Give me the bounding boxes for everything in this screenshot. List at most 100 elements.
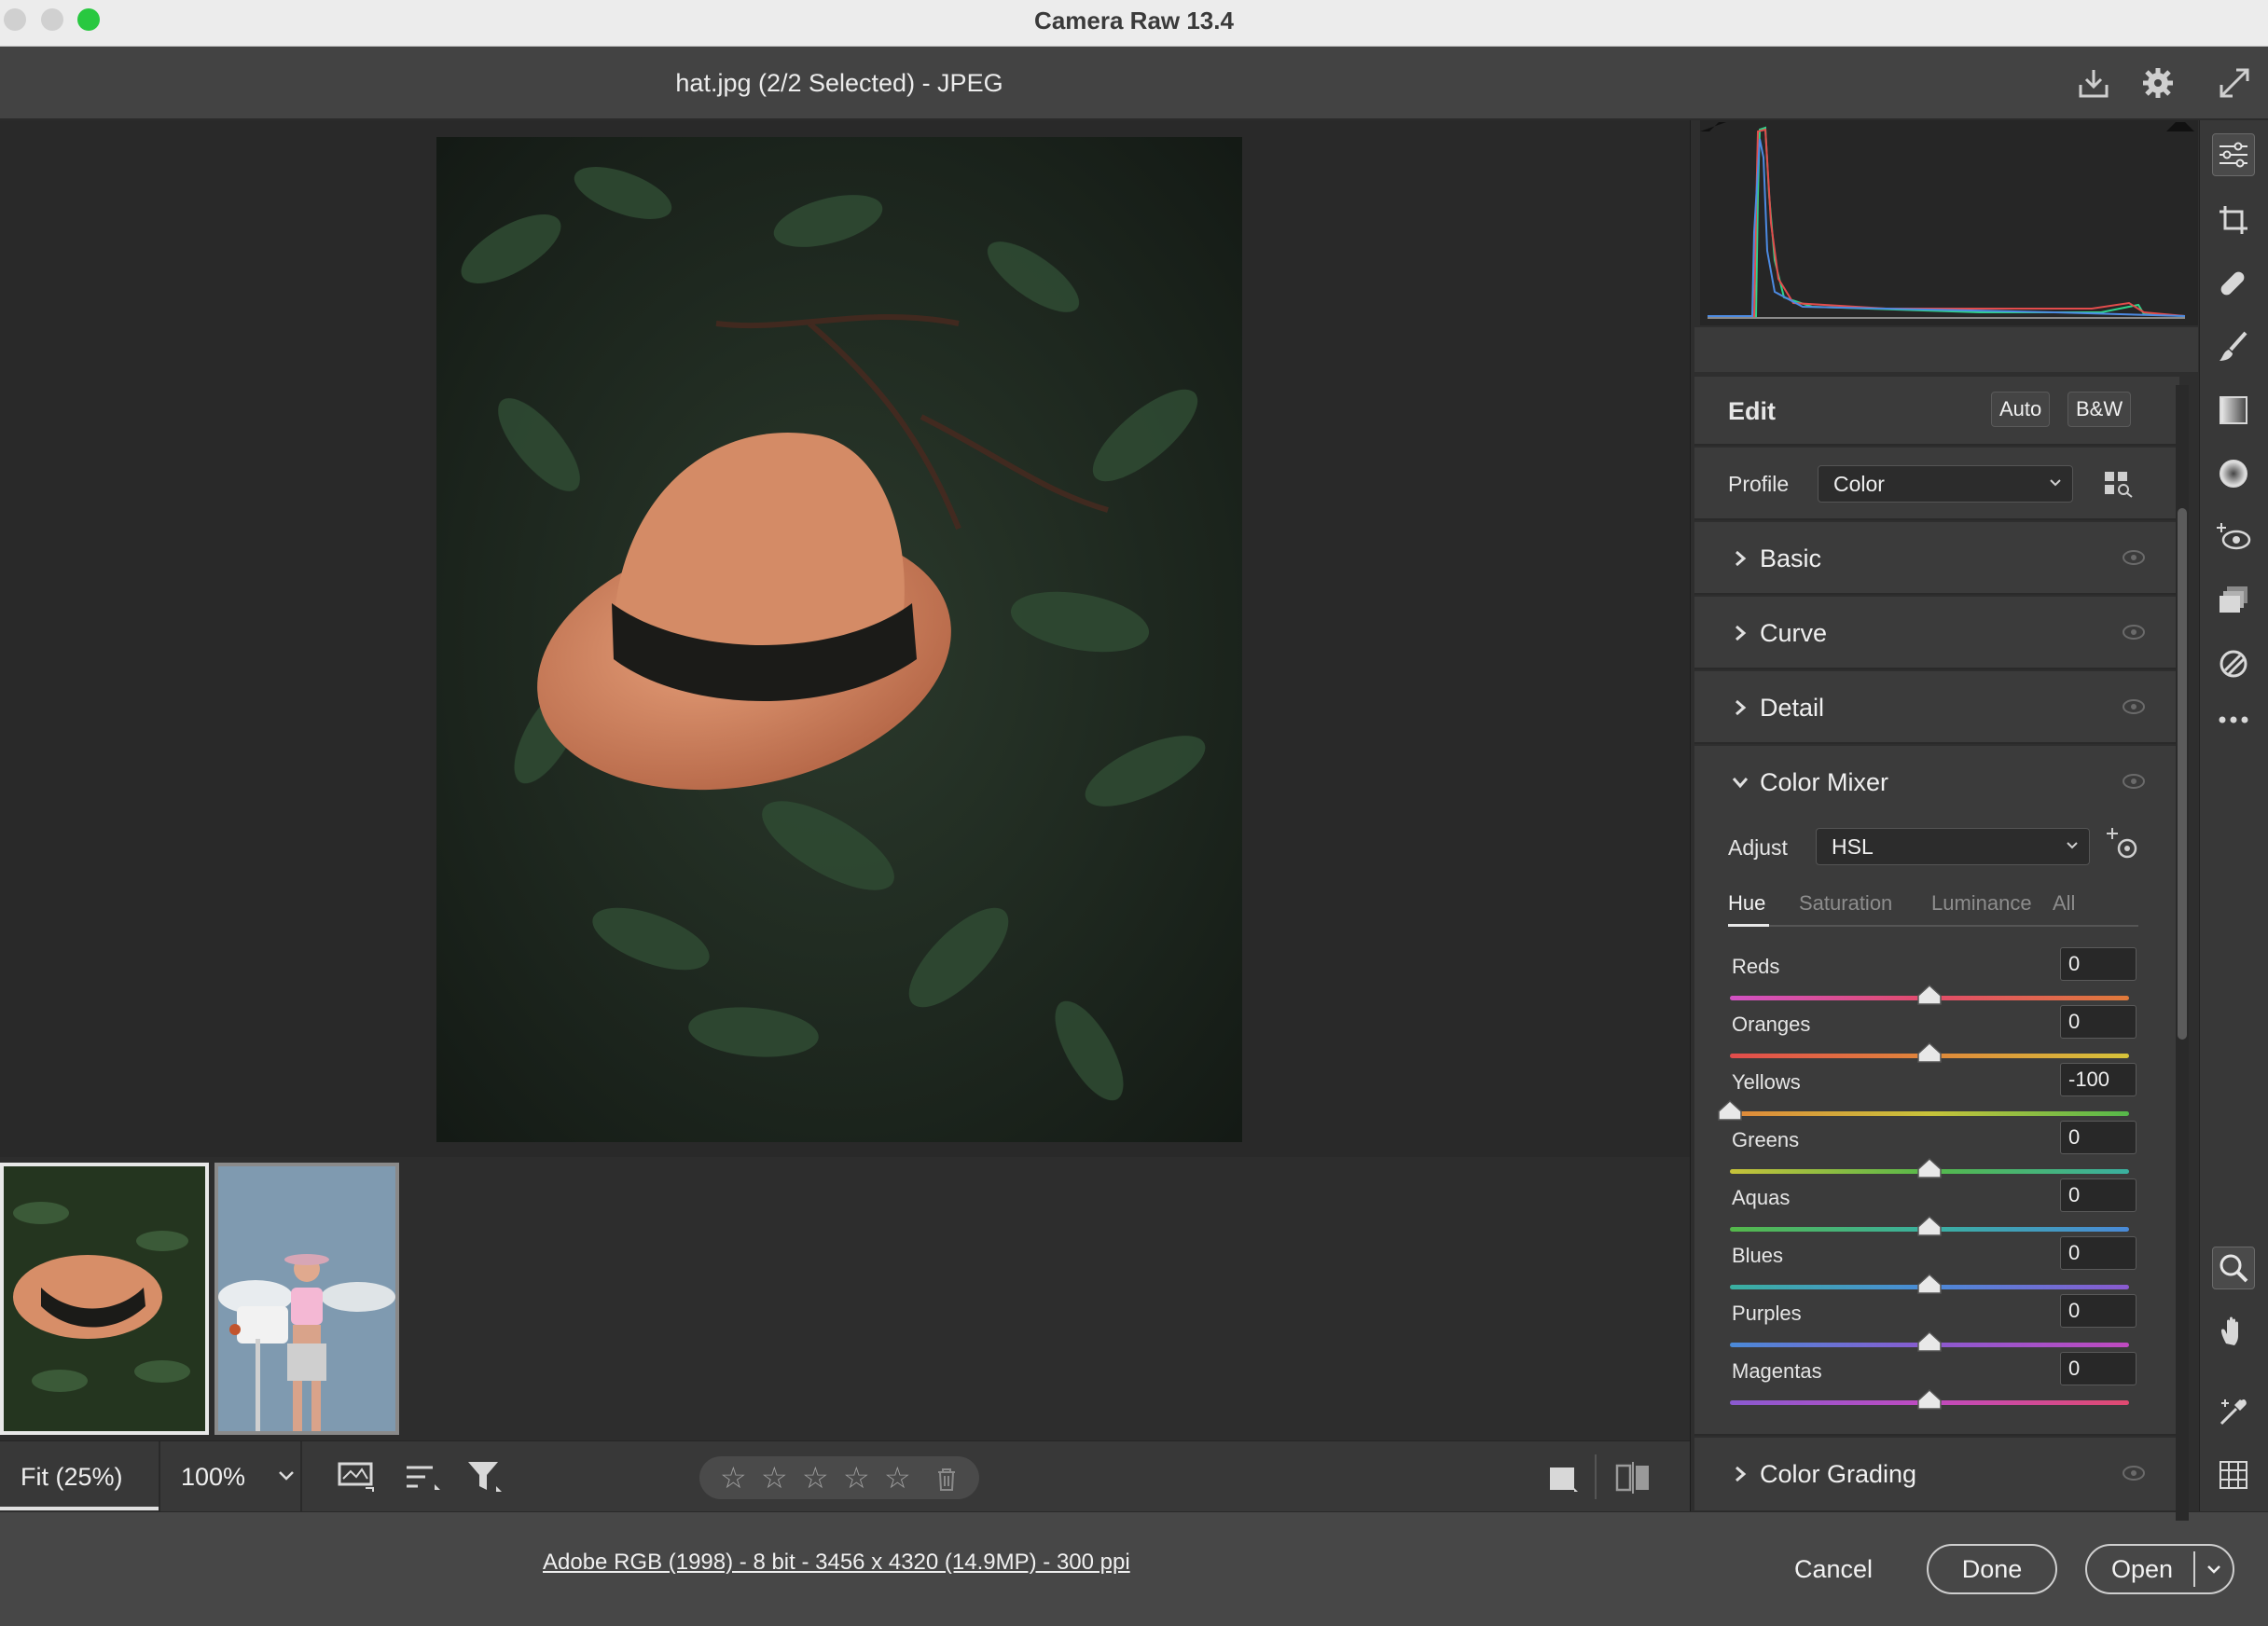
slider-thumb[interactable]	[1718, 1099, 1742, 1121]
healing-icon[interactable]	[2212, 262, 2255, 305]
chevron-down-icon[interactable]	[1732, 774, 1749, 791]
edit-sliders-icon[interactable]	[2212, 133, 2255, 176]
slider-value-input[interactable]: 0	[2060, 1178, 2137, 1212]
brush-icon[interactable]	[2212, 325, 2255, 368]
document-header: hat.jpg (2/2 Selected) - JPEG	[0, 47, 2268, 119]
before-after-icon[interactable]	[1615, 1462, 1653, 1498]
tab-saturation[interactable]: Saturation	[1799, 891, 1892, 916]
slider-value-input[interactable]: 0	[2060, 1121, 2137, 1154]
slider-thumb[interactable]	[1917, 984, 1942, 1005]
tab-all[interactable]: All	[2053, 891, 2075, 916]
slider-reds: Reds 0	[1694, 947, 2179, 1013]
download-icon[interactable]	[2074, 63, 2113, 103]
profile-browser-icon[interactable]	[2103, 470, 2135, 503]
more-icon[interactable]	[2212, 698, 2255, 741]
fit-zoom-button[interactable]: Fit (25%)	[21, 1441, 123, 1512]
slider-value-input[interactable]: 0	[2060, 1236, 2137, 1270]
slider-thumb[interactable]	[1917, 1041, 1942, 1063]
slider-track[interactable]	[1730, 1111, 2129, 1116]
filter-icon[interactable]	[466, 1460, 504, 1500]
zoom-dropdown-chevron-icon[interactable]	[278, 1469, 295, 1486]
star-3-icon[interactable]: ☆	[802, 1460, 829, 1495]
slider-value-input[interactable]: 0	[2060, 1005, 2137, 1039]
profile-dropdown[interactable]: Color	[1818, 465, 2073, 503]
slider-magentas: Magentas 0	[1694, 1352, 2179, 1417]
auto-button[interactable]: Auto	[1991, 392, 2051, 427]
star-2-icon[interactable]: ☆	[761, 1460, 788, 1495]
adjust-dropdown[interactable]: HSL	[1816, 828, 2090, 865]
trash-icon[interactable]	[936, 1468, 957, 1496]
star-5-icon[interactable]: ☆	[884, 1460, 911, 1495]
color-grading-section[interactable]: Color Grading	[1694, 1438, 2179, 1510]
tab-hue[interactable]: Hue	[1728, 891, 1765, 916]
filmstrip-view-icon[interactable]	[338, 1460, 375, 1498]
slider-value-input[interactable]: 0	[2060, 1352, 2137, 1385]
slider-value-input[interactable]: 0	[2060, 1294, 2137, 1328]
star-1-icon[interactable]: ☆	[720, 1460, 747, 1495]
slider-label: Blues	[1732, 1244, 1784, 1267]
shadow-clipping-icon	[1700, 122, 1726, 131]
open-button-label: Open	[2111, 1555, 2174, 1583]
eye-icon[interactable]	[2122, 772, 2146, 791]
slider-label: Aquas	[1732, 1186, 1791, 1209]
image-canvas[interactable]	[0, 120, 1690, 1157]
grid-icon[interactable]	[2212, 1454, 2255, 1496]
hand-icon[interactable]	[2212, 1310, 2255, 1353]
slider-thumb[interactable]	[1917, 1215, 1942, 1236]
expand-icon[interactable]	[2215, 63, 2254, 103]
color-sampler-icon[interactable]	[2212, 1390, 2255, 1433]
done-button[interactable]: Done	[1927, 1544, 2057, 1594]
color-mixer-section: Color Mixer Adjust HSL Hue Saturation Lu…	[1694, 746, 2179, 1436]
chevron-right-icon	[1736, 1466, 1747, 1482]
profile-label: Profile	[1728, 472, 1790, 496]
eye-icon	[2123, 625, 2145, 640]
slider-label: Purples	[1732, 1302, 1802, 1325]
presets-icon[interactable]	[2212, 642, 2255, 685]
detail-section[interactable]: Detail	[1694, 671, 2179, 744]
color-mixer-title[interactable]: Color Mixer	[1760, 746, 1888, 819]
chevron-right-icon	[1736, 625, 1747, 641]
thumbnail-woman[interactable]	[214, 1163, 399, 1435]
crop-icon[interactable]	[2212, 199, 2255, 241]
panel-scrollbar[interactable]	[2176, 385, 2189, 1521]
slider-value-input[interactable]: -100	[2060, 1063, 2137, 1096]
detail-title: Detail	[1760, 694, 1825, 722]
edit-header: Edit Auto B&W	[1694, 377, 2179, 446]
slider-label: Oranges	[1732, 1013, 1811, 1036]
red-eye-icon[interactable]	[2212, 516, 2255, 558]
tab-luminance[interactable]: Luminance	[1931, 891, 2032, 916]
workflow-options-link[interactable]: Adobe RGB (1998) - 8 bit - 3456 x 4320 (…	[543, 1550, 1130, 1576]
slider-value-input[interactable]: 0	[2060, 947, 2137, 981]
slider-thumb[interactable]	[1917, 1273, 1942, 1294]
slider-thumb[interactable]	[1917, 1330, 1942, 1352]
bw-button[interactable]: B&W	[2067, 392, 2132, 427]
thumbnail-hat[interactable]	[0, 1163, 209, 1435]
snapshots-icon[interactable]	[2212, 579, 2255, 622]
slider-label: Greens	[1732, 1128, 1800, 1151]
sort-icon[interactable]	[405, 1462, 442, 1498]
radial-filter-icon[interactable]	[2212, 452, 2255, 495]
slider-thumb[interactable]	[1917, 1388, 1942, 1410]
gradient-icon[interactable]	[2212, 389, 2255, 432]
slider-thumb[interactable]	[1917, 1157, 1942, 1178]
basic-section[interactable]: Basic	[1694, 522, 2179, 595]
eye-icon	[2123, 699, 2145, 714]
open-button[interactable]: Open	[2085, 1544, 2234, 1594]
open-options-chevron-icon[interactable]	[2205, 1546, 2223, 1607]
targeted-adjustment-icon[interactable]	[2105, 826, 2142, 868]
edit-title: Edit	[1728, 397, 1776, 425]
star-rating[interactable]: ☆ ☆ ☆ ☆ ☆	[699, 1456, 979, 1499]
panel-scroll-thumb[interactable]	[2178, 508, 2187, 1040]
zoom-icon[interactable]	[2212, 1247, 2255, 1289]
curve-title: Curve	[1760, 619, 1828, 647]
curve-section[interactable]: Curve	[1694, 597, 2179, 669]
cancel-button[interactable]: Cancel	[1772, 1544, 1895, 1594]
single-view-icon[interactable]	[1548, 1464, 1580, 1498]
star-4-icon[interactable]: ☆	[843, 1460, 870, 1495]
histogram	[1700, 120, 2198, 325]
main-photo	[436, 137, 1242, 1142]
zoom-100-button[interactable]: 100%	[181, 1441, 245, 1512]
profile-value: Color	[1833, 472, 1885, 496]
chevron-right-icon	[1736, 699, 1747, 716]
gear-icon[interactable]	[2138, 63, 2178, 103]
